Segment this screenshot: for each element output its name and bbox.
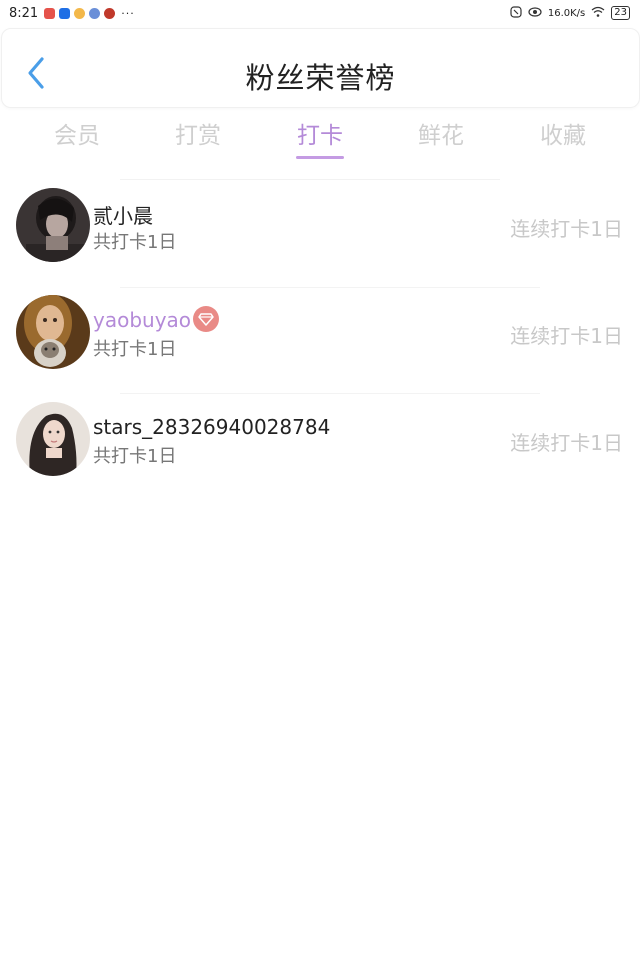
active-tab-indicator	[296, 156, 344, 159]
page: 8:21 ··· 16.0K/s 23 粉丝荣誉榜 会员 打赏 打卡 鲜花 收藏…	[0, 0, 640, 974]
avatar[interactable]	[16, 188, 90, 262]
wifi-icon	[591, 6, 605, 21]
status-time: 8:21	[9, 5, 39, 21]
tab-members[interactable]: 会员	[27, 116, 127, 150]
notification-app-icon	[89, 7, 101, 19]
tab-favorites[interactable]: 收藏	[513, 116, 613, 150]
list-item[interactable]: 贰小晨 共打卡1日 连续打卡1日	[0, 180, 640, 280]
checkin-streak: 连续打卡1日	[510, 431, 623, 455]
checkin-streak: 连续打卡1日	[510, 324, 623, 348]
list-item[interactable]: yaobuyao 共打卡1日 连续打卡1日	[0, 288, 640, 388]
vip-diamond-icon	[193, 306, 219, 332]
battery-icon: 23	[611, 6, 630, 20]
user-name: stars_28326940028784	[93, 415, 331, 439]
user-name: 贰小晨	[93, 204, 153, 228]
header-bar: 粉丝荣誉榜	[1, 28, 640, 108]
network-speed: 16.0K/s	[547, 7, 586, 19]
tab-rewards[interactable]: 打赏	[148, 116, 248, 150]
total-checkin-count: 共打卡1日	[93, 446, 177, 467]
notification-app-icon	[44, 7, 56, 19]
checkin-streak: 连续打卡1日	[510, 217, 623, 241]
status-bar: 8:21 ··· 16.0K/s 23	[0, 0, 640, 26]
tab-checkin[interactable]: 打卡	[270, 116, 370, 150]
notification-app-icon	[74, 7, 86, 19]
tab-bar: 会员 打赏 打卡 鲜花 收藏	[0, 110, 640, 170]
page-title: 粉丝荣誉榜	[245, 61, 396, 95]
notification-app-icon	[59, 7, 71, 19]
nfc-icon	[510, 5, 522, 21]
total-checkin-count: 共打卡1日	[93, 339, 177, 360]
tab-flowers[interactable]: 鲜花	[391, 116, 491, 150]
total-checkin-count: 共打卡1日	[93, 232, 177, 253]
more-notifications-icon: ···	[121, 6, 135, 20]
divider	[120, 393, 540, 394]
avatar[interactable]	[16, 402, 90, 476]
list-item[interactable]: stars_28326940028784 共打卡1日 连续打卡1日	[0, 395, 640, 495]
avatar[interactable]	[16, 295, 90, 369]
notification-app-icon	[104, 7, 116, 19]
user-name: yaobuyao	[93, 308, 192, 332]
eye-icon	[528, 6, 542, 21]
